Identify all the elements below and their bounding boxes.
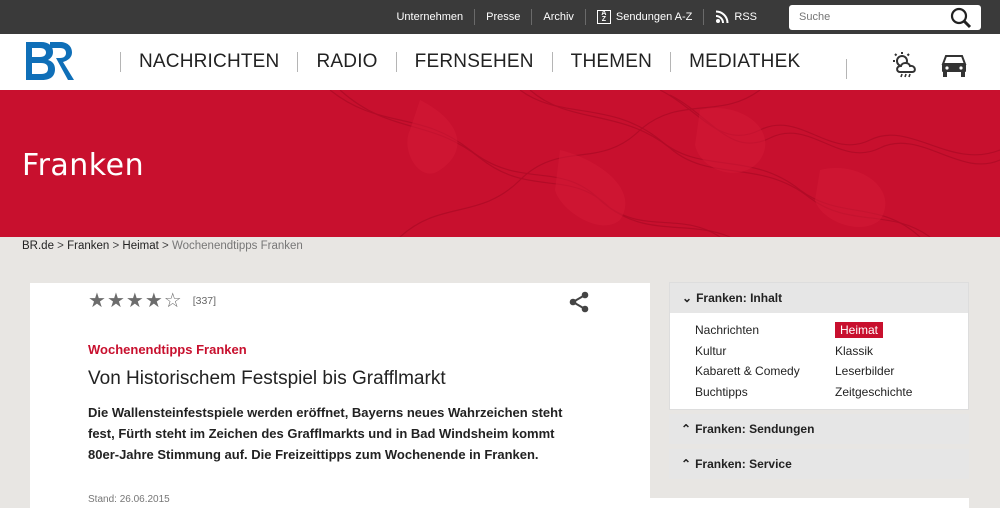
breadcrumb-separator: > bbox=[112, 240, 123, 252]
breadcrumb-current: Wochenendtipps Franken bbox=[171, 240, 303, 252]
link-sendungen-az[interactable]: A Z Sendungen A-Z bbox=[586, 0, 703, 34]
chevron-up-icon: ⌃ bbox=[681, 422, 692, 436]
sidebar-item-nachrichten[interactable]: Nachrichten bbox=[695, 323, 835, 337]
article-lead: Die Wallensteinfestspiele werden eröffne… bbox=[88, 405, 563, 462]
link-rss-label: RSS bbox=[734, 11, 757, 23]
rating-count: [337] bbox=[192, 295, 217, 307]
article-kicker: Wochenendtipps Franken bbox=[88, 342, 247, 357]
breadcrumb-item[interactable]: Franken bbox=[67, 240, 109, 252]
main-menu: NACHRICHTEN RADIO FERNSEHEN THEMEN MEDIA… bbox=[120, 34, 818, 90]
traffic-icon[interactable] bbox=[940, 53, 968, 79]
share-icon[interactable] bbox=[568, 291, 590, 313]
sidebar-sendungen-title: Franken: Sendungen bbox=[695, 422, 815, 436]
article-headline: Von Historischem Festspiel bis Grafflmar… bbox=[88, 368, 446, 389]
sidebar-row: Nachrichten Heimat bbox=[695, 320, 965, 341]
star-filled-icon[interactable]: ★ bbox=[88, 291, 106, 311]
link-sendungen-az-label: Sendungen A-Z bbox=[615, 11, 693, 23]
star-filled-icon[interactable]: ★ bbox=[107, 291, 125, 311]
sidebar-row: Kultur Klassik bbox=[695, 341, 965, 362]
banner-pattern bbox=[329, 90, 1000, 237]
breadcrumb-separator: > bbox=[57, 240, 68, 252]
sidebar-item-klassik[interactable]: Klassik bbox=[835, 344, 873, 358]
sidebar-item-zeitgeschichte[interactable]: Zeitgeschichte bbox=[835, 385, 912, 399]
breadcrumb: BR.de > Franken > Heimat > Wochenendtipp… bbox=[0, 237, 1000, 259]
article-date: Stand: 26.06.2015 bbox=[88, 494, 170, 505]
sidebar-item-heimat[interactable]: Heimat bbox=[835, 322, 884, 339]
sidebar-row: Buchtipps Zeitgeschichte bbox=[695, 382, 965, 403]
sidebar-inhalt-header[interactable]: ⌄ Franken: Inhalt bbox=[670, 283, 968, 313]
top-bar: Unternehmen Presse Archiv A Z Sendungen A-… bbox=[0, 0, 1000, 34]
sidebar-next-box bbox=[650, 498, 969, 508]
search-icon[interactable] bbox=[949, 7, 973, 29]
service-links: Unternehmen Presse Archiv A Z Sendungen A-… bbox=[385, 0, 768, 34]
sidebar-service-title: Franken: Service bbox=[695, 457, 792, 471]
rating-stars[interactable]: ★ ★ ★ ★ ☆ [337] bbox=[88, 291, 216, 311]
article-card: ★ ★ ★ ★ ☆ [337] Wochenendtipps Franken V… bbox=[30, 283, 650, 508]
region-banner: Franken bbox=[0, 90, 1000, 237]
star-empty-icon[interactable]: ☆ bbox=[164, 291, 182, 311]
chevron-down-icon: ⌄ bbox=[682, 291, 693, 305]
sidebar-item-leserbilder[interactable]: Leserbilder bbox=[835, 364, 894, 378]
sidebar-inhalt-links: Nachrichten Heimat Kultur Klassik Kabare… bbox=[695, 320, 965, 402]
sidebar-sendungen-header[interactable]: ⌃ Franken: Sendungen bbox=[669, 414, 969, 444]
breadcrumb-separator: > bbox=[162, 240, 172, 252]
star-filled-icon[interactable]: ★ bbox=[145, 291, 163, 311]
sidebar-row: Kabarett & Comedy Leserbilder bbox=[695, 361, 965, 382]
sidebar-inhalt-box: ⌄ Franken: Inhalt Nachrichten Heimat Kult… bbox=[669, 282, 969, 410]
main-navigation-bar: NACHRICHTEN RADIO FERNSEHEN THEMEN MEDIA… bbox=[0, 34, 1000, 90]
search-box bbox=[789, 5, 981, 30]
divider bbox=[846, 59, 847, 79]
nav-themen[interactable]: THEMEN bbox=[553, 51, 670, 73]
link-unternehmen[interactable]: Unternehmen bbox=[385, 0, 474, 34]
sidebar-inhalt-title: Franken: Inhalt bbox=[696, 291, 783, 305]
nav-mediathek[interactable]: MEDIATHEK bbox=[671, 51, 818, 73]
link-archiv[interactable]: Archiv bbox=[532, 0, 585, 34]
rss-icon bbox=[716, 10, 729, 24]
sidebar-item-kultur[interactable]: Kultur bbox=[695, 344, 835, 358]
az-icon: AZ bbox=[596, 10, 611, 24]
search-input[interactable] bbox=[799, 11, 949, 23]
nav-fernsehen[interactable]: FERNSEHEN bbox=[397, 51, 552, 73]
breadcrumb-item[interactable]: BR.de bbox=[22, 240, 54, 252]
weather-icon[interactable] bbox=[891, 52, 923, 78]
page-title: Franken bbox=[22, 148, 145, 183]
sidebar-item-kabarett-comedy[interactable]: Kabarett & Comedy bbox=[695, 364, 835, 378]
link-rss[interactable]: RSS bbox=[704, 0, 768, 34]
sidebar-sendungen-box[interactable]: ⌃ Franken: Sendungen bbox=[669, 414, 969, 444]
sidebar-service-box[interactable]: ⌃ Franken: Service bbox=[669, 449, 969, 479]
breadcrumb-item[interactable]: Heimat bbox=[122, 240, 158, 252]
nav-radio[interactable]: RADIO bbox=[298, 51, 395, 73]
chevron-up-icon: ⌃ bbox=[681, 457, 692, 471]
link-presse[interactable]: Presse bbox=[475, 0, 531, 34]
sidebar-item-buchtipps[interactable]: Buchtipps bbox=[695, 385, 835, 399]
br-logo[interactable] bbox=[22, 40, 74, 82]
nav-nachrichten[interactable]: NACHRICHTEN bbox=[121, 51, 297, 73]
star-filled-icon[interactable]: ★ bbox=[126, 291, 144, 311]
sidebar-service-header[interactable]: ⌃ Franken: Service bbox=[669, 449, 969, 479]
